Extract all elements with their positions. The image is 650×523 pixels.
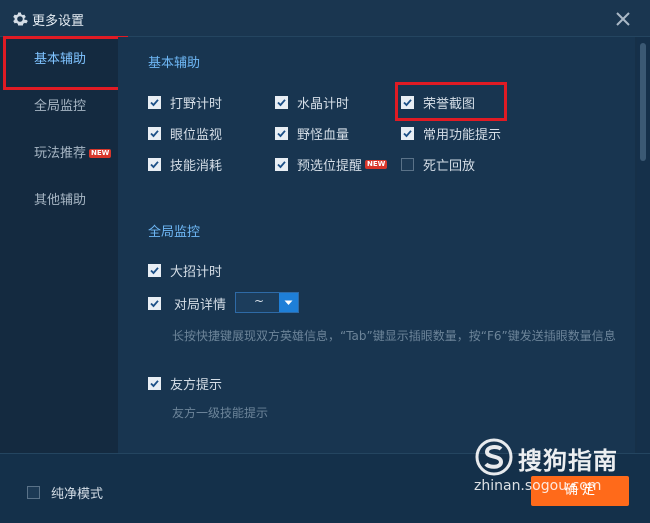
- checkbox-checked-icon[interactable]: [148, 95, 161, 109]
- option-ult-timer[interactable]: 大招计时: [148, 260, 222, 280]
- option-label: 常用功能提示: [423, 127, 502, 143]
- option-label: 纯净模式: [51, 486, 104, 502]
- option-label: 打野计时: [170, 96, 223, 112]
- option-crystal-timer[interactable]: 水晶计时: [275, 92, 349, 112]
- checkbox-checked-icon[interactable]: [148, 263, 161, 277]
- ally-tip-hint: 友方一级技能提示: [172, 406, 269, 420]
- window-title: 更多设置: [32, 14, 85, 29]
- highlight-box: [3, 36, 128, 90]
- checkbox-unchecked-icon[interactable]: [401, 157, 414, 171]
- checkbox-checked-icon[interactable]: [275, 126, 288, 140]
- option-match-detail[interactable]: 对局详情: [148, 293, 226, 313]
- option-label: 眼位监视: [170, 127, 223, 143]
- option-pure-mode[interactable]: 纯净模式: [27, 482, 103, 502]
- close-icon[interactable]: [612, 8, 634, 30]
- sidebar-item-label: 玩法推荐: [34, 146, 87, 161]
- match-detail-hint: 长按快捷键展现双方英雄信息，“Tab”键显示插眼数量，按“F6”键发送插眼数量信…: [172, 329, 616, 343]
- hotkey-dropdown[interactable]: ~: [235, 292, 299, 313]
- option-label: 友方提示: [170, 377, 223, 393]
- checkbox-checked-icon[interactable]: [275, 157, 288, 171]
- checkbox-unchecked-icon[interactable]: [27, 485, 40, 499]
- checkbox-checked-icon[interactable]: [148, 126, 161, 140]
- section-title-global-monitor: 全局监控: [148, 225, 201, 240]
- option-label: 大招计时: [170, 264, 223, 280]
- sidebar-item-other-assist[interactable]: 其他辅助: [0, 178, 118, 224]
- option-common-tips[interactable]: 常用功能提示: [401, 123, 501, 143]
- option-jungle-timer[interactable]: 打野计时: [148, 92, 222, 112]
- option-label: 野怪血量: [297, 127, 350, 143]
- sidebar-item-global-monitor[interactable]: 全局监控: [0, 84, 118, 130]
- option-ward-monitor[interactable]: 眼位监视: [148, 123, 222, 143]
- option-label: 技能消耗: [170, 158, 223, 174]
- option-skill-cost[interactable]: 技能消耗: [148, 154, 222, 174]
- title-bar: 更多设置: [0, 0, 650, 37]
- option-death-replay[interactable]: 死亡回放: [401, 154, 475, 174]
- sidebar-item-label: 全局监控: [34, 99, 87, 114]
- option-label: 死亡回放: [423, 158, 476, 174]
- option-preselect-reminder[interactable]: 预选位提醒 NEW: [275, 154, 388, 174]
- sidebar-item-gameplay-recommend[interactable]: 玩法推荐 NEW: [0, 131, 118, 177]
- checkbox-checked-icon[interactable]: [148, 376, 161, 390]
- checkbox-checked-icon[interactable]: [148, 157, 161, 171]
- dropdown-value: ~: [254, 294, 265, 308]
- checkbox-checked-icon[interactable]: [148, 296, 161, 310]
- confirm-button[interactable]: 确 定: [531, 476, 629, 506]
- checkbox-checked-icon[interactable]: [401, 126, 414, 140]
- new-badge: NEW: [365, 159, 388, 169]
- new-badge: NEW: [89, 149, 112, 158]
- option-ally-tip[interactable]: 友方提示: [148, 373, 222, 393]
- option-label: 水晶计时: [297, 96, 350, 112]
- option-label: 预选位提醒: [297, 158, 363, 174]
- gear-icon: [13, 12, 28, 26]
- section-title-basic: 基本辅助: [148, 56, 201, 71]
- checkbox-checked-icon[interactable]: [275, 95, 288, 109]
- scrollbar[interactable]: [637, 37, 650, 453]
- chevron-down-icon[interactable]: [279, 293, 298, 312]
- option-label: 对局详情: [174, 297, 227, 313]
- sidebar: 基本辅助 全局监控 玩法推荐 NEW 其他辅助: [0, 37, 118, 453]
- option-monster-hp[interactable]: 野怪血量: [275, 123, 349, 143]
- scrollbar-thumb[interactable]: [640, 43, 646, 161]
- highlight-box: [395, 82, 507, 121]
- sidebar-item-label: 其他辅助: [34, 193, 87, 208]
